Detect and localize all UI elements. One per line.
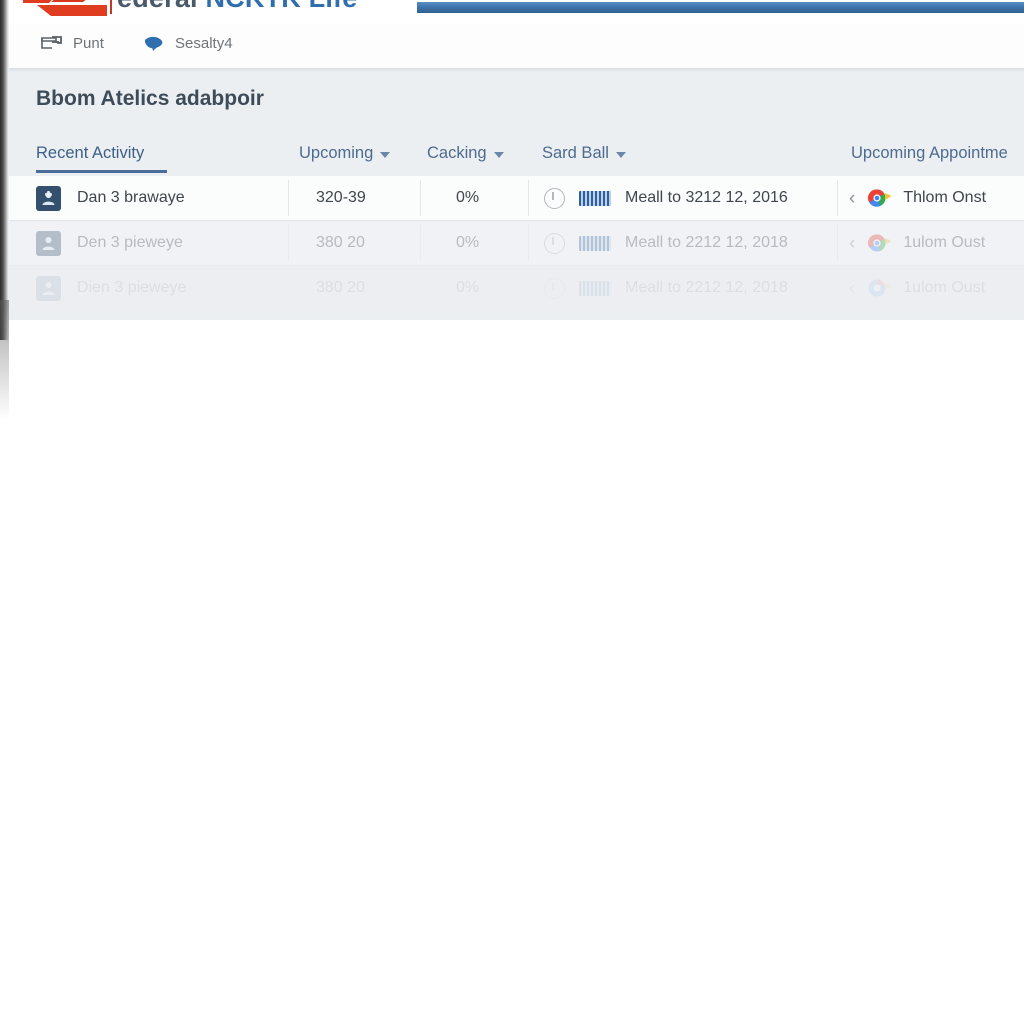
column-divider bbox=[528, 225, 529, 261]
column-divider bbox=[837, 270, 838, 306]
chrome-logo-icon bbox=[866, 232, 892, 254]
printer-icon bbox=[40, 34, 64, 52]
row-note-label: Meall to 2212 12, 2018 bbox=[625, 234, 788, 251]
brand-title-part1: ederal bbox=[117, 0, 205, 13]
page-title: Bbom Atelics adabpoir bbox=[36, 87, 264, 110]
row-appointment-label: 1ulom Oust bbox=[903, 279, 986, 296]
row-percent-cell: 0% bbox=[456, 279, 480, 296]
row-appointment-label: 1ulom Oust bbox=[903, 234, 986, 251]
chrome-logo-icon bbox=[866, 187, 892, 209]
row-note-cell: Meall to 2212 12, 2018 bbox=[544, 221, 788, 265]
column-header-cacking-label: Cacking bbox=[427, 144, 487, 162]
column-header-cacking[interactable]: Cacking bbox=[427, 144, 504, 163]
row-name-label: Dan 3 brawaye bbox=[77, 189, 185, 206]
brand-title: ederal NCKTK Life bbox=[117, 0, 357, 14]
row-appointment-cell: ‹ Thlom Onst bbox=[849, 176, 986, 220]
tab-recent-activity[interactable]: Recent Activity bbox=[36, 144, 144, 163]
header-accent-rule bbox=[417, 2, 1024, 13]
chevron-left-icon[interactable]: ‹ bbox=[849, 189, 855, 208]
column-divider bbox=[420, 270, 421, 306]
column-header-sard-ball[interactable]: Sard Ball bbox=[542, 144, 626, 163]
barcode-icon bbox=[579, 190, 611, 206]
clock-icon bbox=[544, 187, 565, 209]
nav-item-punt[interactable]: Punt bbox=[40, 34, 104, 52]
barcode-icon bbox=[579, 235, 611, 251]
column-divider bbox=[288, 225, 289, 261]
row-name-cell: Dien 3 pieweye bbox=[36, 266, 186, 310]
table-row[interactable]: Den 3 pieweye 380 20 0% Meall to 2212 12… bbox=[9, 221, 1024, 266]
secondary-nav: Punt Sesalty4 bbox=[9, 24, 1024, 69]
column-header-sard-ball-label: Sard Ball bbox=[542, 144, 609, 162]
brand-title-part2: NCKTK Life bbox=[205, 0, 357, 13]
column-divider bbox=[528, 180, 529, 216]
column-divider bbox=[288, 270, 289, 306]
row-note-cell: Meall to 3212 12, 2016 bbox=[544, 176, 788, 220]
row-code-cell: 380 20 bbox=[316, 279, 365, 296]
column-header-upcoming-label: Upcoming bbox=[299, 144, 374, 162]
window-left-edge-fade bbox=[0, 300, 9, 420]
content-panel: Bbom Atelics adabpoir Recent Activity Up… bbox=[9, 68, 1024, 320]
brand-divider bbox=[110, 0, 112, 14]
row-code-cell: 320-39 bbox=[316, 189, 366, 206]
tab-recent-activity-label: Recent Activity bbox=[36, 144, 145, 162]
column-divider bbox=[420, 180, 421, 216]
brand-logo-icon[interactable] bbox=[21, 0, 107, 20]
user-badge-icon bbox=[36, 185, 61, 211]
nav-item-sesalty4[interactable]: Sesalty4 bbox=[142, 34, 233, 52]
column-divider bbox=[837, 225, 838, 261]
row-note-cell: Meall to 2212 12, 2018 bbox=[544, 266, 788, 310]
column-divider bbox=[288, 180, 289, 216]
chevron-left-icon[interactable]: ‹ bbox=[849, 279, 855, 298]
window-left-edge bbox=[0, 0, 9, 340]
chevron-down-icon bbox=[380, 152, 391, 158]
panel-top-sheen bbox=[9, 68, 1024, 72]
row-appointment-cell: ‹ 1ulom Oust bbox=[849, 266, 985, 310]
table-row[interactable]: Dien 3 pieweye 380 20 0% Meall to 2212 1… bbox=[9, 266, 1024, 311]
column-header-upcoming-appointments[interactable]: Upcoming Appointme bbox=[851, 144, 1008, 163]
row-note-label: Meall to 2212 12, 2018 bbox=[625, 279, 788, 296]
bird-icon bbox=[142, 34, 166, 52]
row-name-cell: Den 3 pieweye bbox=[36, 221, 183, 265]
row-code-cell: 380 20 bbox=[316, 234, 365, 251]
nav-item-punt-label: Punt bbox=[73, 34, 104, 52]
row-note-label: Meall to 3212 12, 2016 bbox=[625, 189, 788, 206]
row-percent-cell: 0% bbox=[456, 189, 480, 206]
app-root: ederal NCKTK Life Punt bbox=[0, 0, 1024, 1024]
clock-icon bbox=[544, 232, 565, 254]
row-name-cell: Dan 3 brawaye bbox=[36, 176, 185, 220]
chrome-logo-icon bbox=[866, 277, 892, 299]
barcode-icon bbox=[579, 280, 611, 296]
column-divider bbox=[420, 225, 421, 261]
table-row[interactable]: Dan 3 brawaye 320-39 0% Meall to 3212 12… bbox=[9, 176, 1024, 221]
table-body: Dan 3 brawaye 320-39 0% Meall to 3212 12… bbox=[9, 176, 1024, 311]
clock-icon bbox=[544, 277, 565, 299]
chevron-down-icon bbox=[615, 152, 626, 158]
row-name-label: Dien 3 pieweye bbox=[77, 279, 187, 296]
row-appointment-cell: ‹ 1ulom Oust bbox=[849, 221, 985, 265]
active-tab-underline bbox=[36, 170, 167, 173]
column-divider bbox=[837, 180, 838, 216]
brand-bar: ederal NCKTK Life bbox=[9, 0, 1024, 24]
row-percent-cell: 0% bbox=[456, 234, 480, 251]
user-badge-icon bbox=[36, 275, 61, 301]
row-appointment-label: Thlom Onst bbox=[903, 189, 987, 206]
column-header-upcoming[interactable]: Upcoming bbox=[299, 144, 391, 163]
column-divider bbox=[528, 270, 529, 306]
column-header-upcoming-appointments-label: Upcoming Appointme bbox=[851, 144, 1008, 162]
column-header-row: Recent Activity Upcoming Cacking Sard Ba… bbox=[9, 138, 1024, 176]
row-name-label: Den 3 pieweye bbox=[77, 234, 183, 251]
nav-item-sesalty4-label: Sesalty4 bbox=[175, 34, 233, 52]
chevron-left-icon[interactable]: ‹ bbox=[849, 234, 855, 253]
user-badge-icon bbox=[36, 230, 61, 256]
chevron-down-icon bbox=[493, 152, 504, 158]
